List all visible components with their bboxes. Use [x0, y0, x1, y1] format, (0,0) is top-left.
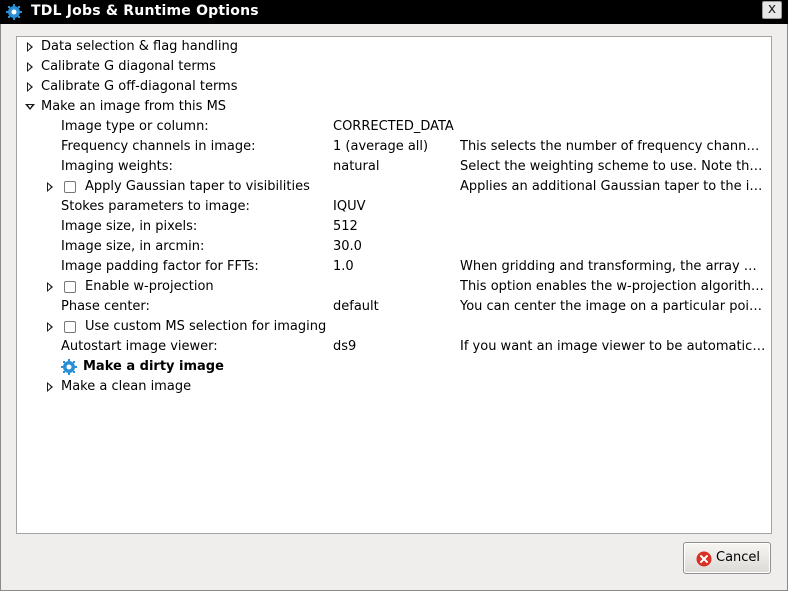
option-label: Autostart image viewer: — [61, 339, 218, 354]
option-image-size-arcmin[interactable]: Image size, in arcmin: 30.0 — [17, 237, 771, 257]
option-value[interactable]: 1 (average all) — [333, 139, 428, 154]
close-button[interactable]: x — [762, 1, 782, 19]
option-padding-factor[interactable]: Image padding factor for FFTs: 1.0 When … — [17, 257, 771, 277]
options-tree[interactable]: Data selection & flag handling Calibrate… — [16, 36, 772, 534]
tree-item-label: Data selection & flag handling — [41, 39, 238, 54]
option-description: You can center the image on a particular… — [460, 299, 766, 314]
option-description: Select the weighting scheme to use. Note… — [460, 159, 766, 174]
option-autostart-viewer[interactable]: Autostart image viewer: ds9 If you want … — [17, 337, 771, 357]
option-description: Applies an additional Gaussian taper to … — [460, 179, 766, 194]
option-imaging-weights[interactable]: Imaging weights: natural Select the weig… — [17, 157, 771, 177]
option-value[interactable]: natural — [333, 159, 379, 174]
option-value[interactable]: ds9 — [333, 339, 356, 354]
option-w-projection[interactable]: Enable w-projection This option enables … — [17, 277, 771, 297]
option-label: Image size, in pixels: — [61, 219, 198, 234]
option-label: Image type or column: — [61, 119, 209, 134]
tree-item-label: Calibrate G diagonal terms — [41, 59, 216, 74]
tree-item-label: Make an image from this MS — [41, 99, 227, 114]
tree-item-label: Make a clean image — [61, 379, 192, 394]
option-label: Image size, in arcmin: — [61, 239, 205, 254]
option-image-type[interactable]: Image type or column: CORRECTED_DATA — [17, 117, 771, 137]
option-frequency-channels[interactable]: Frequency channels in image: 1 (average … — [17, 137, 771, 157]
tree-item-make-clean-image[interactable]: Make a clean image — [17, 377, 771, 397]
option-label: Use custom MS selection for imaging — [85, 319, 327, 334]
gear-icon — [6, 4, 22, 20]
w-projection-checkbox[interactable] — [64, 281, 76, 293]
cancel-button[interactable]: Cancel — [683, 542, 771, 574]
close-icon: x — [767, 1, 777, 17]
option-description: When gridding and transforming, the arra… — [460, 259, 766, 274]
expand-arrow-icon[interactable] — [27, 42, 33, 52]
expand-arrow-icon[interactable] — [47, 182, 53, 192]
option-label: Image padding factor for FFTs: — [61, 259, 259, 274]
custom-ms-selection-checkbox[interactable] — [64, 321, 76, 333]
tree-item-calibrate-g-diag[interactable]: Calibrate G diagonal terms — [17, 57, 771, 77]
option-value[interactable]: 512 — [333, 219, 358, 234]
option-label: Frequency channels in image: — [61, 139, 256, 154]
expand-arrow-icon[interactable] — [47, 322, 53, 332]
option-phase-center[interactable]: Phase center: default You can center the… — [17, 297, 771, 317]
option-image-size-pixels[interactable]: Image size, in pixels: 512 — [17, 217, 771, 237]
option-gaussian-taper[interactable]: Apply Gaussian taper to visibilities App… — [17, 177, 771, 197]
option-description: If you want an image viewer to be automa… — [460, 339, 766, 354]
expand-arrow-icon[interactable] — [27, 62, 33, 72]
option-label: Imaging weights: — [61, 159, 173, 174]
tree-item-data-selection[interactable]: Data selection & flag handling — [17, 37, 771, 57]
expand-arrow-icon[interactable] — [47, 382, 53, 392]
option-label: Apply Gaussian taper to visibilities — [85, 179, 310, 194]
window-title: TDL Jobs & Runtime Options — [31, 3, 259, 19]
collapse-arrow-icon[interactable] — [25, 104, 35, 110]
option-value[interactable]: CORRECTED_DATA — [333, 119, 454, 134]
cancel-label: Cancel — [716, 550, 761, 565]
tree-item-calibrate-g-offdiag[interactable]: Calibrate G off-diagonal terms — [17, 77, 771, 97]
option-label: Phase center: — [61, 299, 150, 314]
job-label: Make a dirty image — [83, 359, 224, 374]
job-make-dirty-image[interactable]: Make a dirty image — [17, 357, 771, 377]
option-label: Stokes parameters to image: — [61, 199, 250, 214]
option-description: This selects the number of frequency cha… — [460, 139, 766, 154]
tree-item-label: Calibrate G off-diagonal terms — [41, 79, 238, 94]
gear-icon — [61, 359, 77, 375]
option-value[interactable]: IQUV — [333, 199, 365, 214]
title-bar: TDL Jobs & Runtime Options x — [0, 0, 788, 24]
cancel-icon — [696, 551, 712, 567]
expand-arrow-icon[interactable] — [47, 282, 53, 292]
option-value[interactable]: default — [333, 299, 379, 314]
option-description: This option enables the w-projection alg… — [460, 279, 766, 294]
option-label: Enable w-projection — [85, 279, 214, 294]
option-value[interactable]: 1.0 — [333, 259, 354, 274]
gaussian-taper-checkbox[interactable] — [64, 181, 76, 193]
option-custom-ms-selection[interactable]: Use custom MS selection for imaging — [17, 317, 771, 337]
option-value[interactable]: 30.0 — [333, 239, 362, 254]
option-stokes[interactable]: Stokes parameters to image: IQUV — [17, 197, 771, 217]
expand-arrow-icon[interactable] — [27, 82, 33, 92]
tree-item-make-image[interactable]: Make an image from this MS — [17, 97, 771, 117]
